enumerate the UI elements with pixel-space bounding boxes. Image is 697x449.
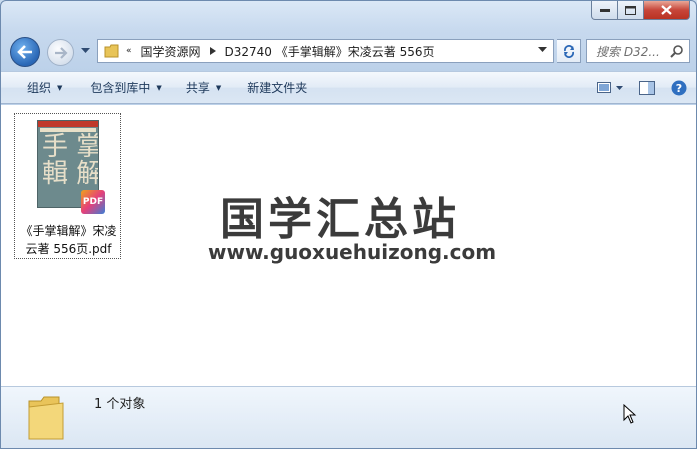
views-button[interactable] bbox=[592, 76, 628, 100]
help-icon: ? bbox=[671, 80, 687, 96]
change-view-icon bbox=[597, 82, 623, 93]
back-arrow-icon bbox=[17, 45, 32, 59]
include-in-library-label: 包含到库中 bbox=[90, 81, 151, 95]
breadcrumb-current-folder[interactable]: D32740 《手掌辑解》宋凌云著 556页 bbox=[225, 43, 435, 60]
file-name-line2: 云著 556页.pdf bbox=[25, 242, 112, 256]
back-button[interactable] bbox=[10, 37, 40, 67]
refresh-button[interactable] bbox=[557, 39, 581, 63]
search-placeholder: 搜索 D32... bbox=[596, 44, 660, 59]
file-list-pane[interactable]: 手 掌輯 解 PDF 《手掌辑解》宋凌 云著 556页.pdf 国学汇总站 ww… bbox=[1, 105, 696, 386]
maximize-icon bbox=[625, 5, 636, 15]
folder-icon bbox=[28, 396, 64, 440]
chevron-down-icon: ▼ bbox=[215, 83, 222, 92]
refresh-icon bbox=[563, 45, 574, 58]
recent-pages-dropdown-icon[interactable] bbox=[81, 48, 90, 54]
object-count: 1 个对象 bbox=[94, 397, 146, 412]
overflow-chevron[interactable]: « bbox=[126, 46, 132, 56]
cover-calligraphy: 手 掌輯 解 bbox=[42, 132, 99, 189]
new-folder-label: 新建文件夹 bbox=[247, 81, 308, 95]
file-name-label: 《手掌辑解》宋凌 云著 556页.pdf bbox=[17, 222, 120, 258]
cover-stripe bbox=[38, 121, 98, 127]
new-folder-button[interactable]: 新建文件夹 bbox=[239, 76, 315, 100]
search-input[interactable]: 搜索 D32... bbox=[586, 39, 690, 63]
svg-text:?: ? bbox=[676, 82, 682, 95]
forward-arrow-icon bbox=[54, 46, 68, 59]
folder-icon bbox=[104, 44, 119, 58]
forward-button[interactable] bbox=[47, 39, 74, 66]
breadcrumb-guoxue[interactable]: 国学资源网 bbox=[141, 43, 201, 60]
file-name-line1: 《手掌辑解》宋凌 bbox=[20, 224, 117, 238]
organize-label: 组织 bbox=[27, 81, 52, 95]
search-icon[interactable] bbox=[670, 44, 684, 58]
organize-menu[interactable]: 组织 ▼ bbox=[19, 76, 70, 100]
explorer-window: « 国学资源网 D32740 《手掌辑解》宋凌云著 556页 搜索 D32...… bbox=[0, 0, 697, 449]
close-button[interactable] bbox=[644, 1, 690, 20]
address-row: « 国学资源网 D32740 《手掌辑解》宋凌云著 556页 搜索 D32... bbox=[1, 37, 696, 67]
watermark-url: www.guoxuehuizong.com bbox=[208, 240, 497, 264]
close-icon bbox=[661, 5, 672, 15]
caption-buttons bbox=[591, 1, 690, 21]
help-button[interactable]: ? bbox=[666, 76, 692, 100]
pdf-badge-label: PDF bbox=[82, 197, 104, 207]
minimize-button[interactable] bbox=[591, 1, 618, 20]
address-dropdown-icon[interactable] bbox=[538, 47, 547, 53]
file-item-pdf[interactable]: 手 掌輯 解 PDF 《手掌辑解》宋凌 云著 556页.pdf bbox=[14, 113, 121, 259]
share-menu[interactable]: 共享 ▼ bbox=[178, 76, 229, 100]
toolbar-right-icons: ? bbox=[592, 72, 696, 104]
breadcrumb-separator-icon[interactable] bbox=[209, 47, 216, 55]
details-pane: 1 个对象 bbox=[1, 386, 696, 448]
chevron-down-icon: ▼ bbox=[57, 83, 63, 92]
share-label: 共享 bbox=[185, 81, 210, 95]
preview-pane-button[interactable] bbox=[634, 76, 660, 100]
include-in-library-menu[interactable]: 包含到库中 ▼ bbox=[82, 76, 169, 100]
pdf-icon: PDF bbox=[81, 190, 105, 214]
watermark-title: 国学汇总站 bbox=[220, 194, 460, 245]
chevron-down-icon: ▼ bbox=[156, 83, 162, 92]
maximize-button[interactable] bbox=[618, 1, 644, 20]
mouse-cursor-icon bbox=[623, 404, 637, 424]
address-bar[interactable]: « 国学资源网 D32740 《手掌辑解》宋凌云著 556页 bbox=[97, 39, 554, 63]
command-bar: 组织 ▼ 包含到库中 ▼ 共享 ▼ 新建文件夹 ? bbox=[1, 71, 696, 104]
preview-pane-icon bbox=[639, 81, 655, 95]
minimize-icon bbox=[599, 9, 610, 12]
